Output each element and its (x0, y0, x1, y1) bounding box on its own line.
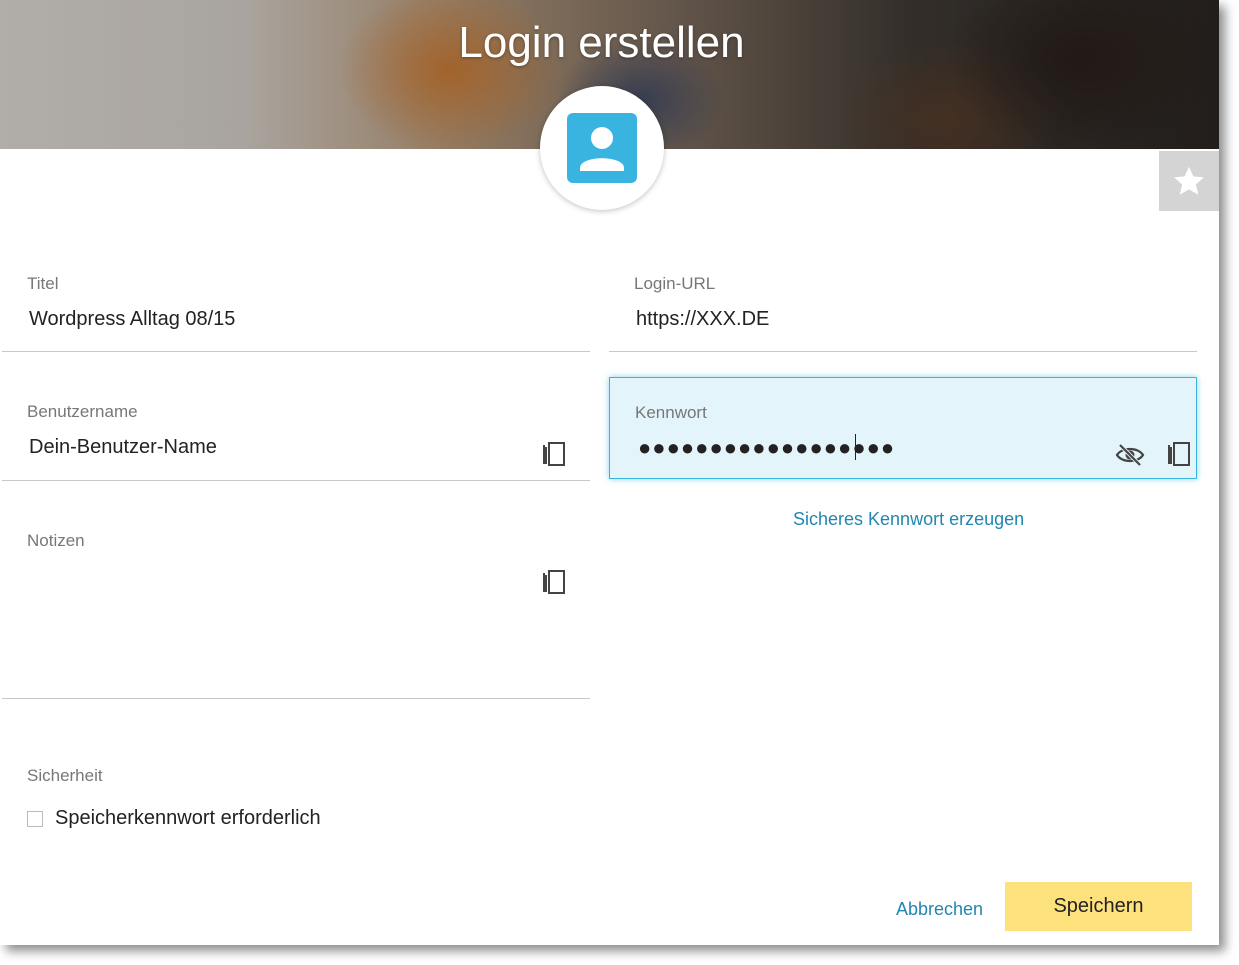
require-master-password-checkbox[interactable] (27, 811, 43, 827)
copy-icon[interactable] (1166, 439, 1192, 467)
divider (2, 480, 590, 481)
generate-password-link[interactable]: Sicheres Kennwort erzeugen (793, 509, 1024, 530)
text-caret (855, 434, 856, 460)
favorite-button[interactable] (1159, 151, 1219, 211)
username-field[interactable]: Benutzername Dein-Benutzer-Name (0, 388, 590, 481)
login-url-label: Login-URL (634, 274, 716, 293)
password-field[interactable]: Kennwort ●●●●●●●●●●●●●●●●●● (609, 377, 1197, 479)
avatar (540, 86, 664, 210)
username-label: Benutzername (27, 402, 138, 421)
divider (2, 698, 590, 699)
person-card-icon (567, 113, 637, 183)
login-url-input[interactable]: https://XXX.DE (636, 308, 769, 331)
star-icon (1174, 166, 1204, 195)
title-field[interactable]: Titel Wordpress Alltag 08/15 (0, 260, 590, 352)
require-master-password-label[interactable]: Speicherkennwort erforderlich (55, 807, 321, 830)
title-label: Titel (27, 274, 59, 293)
notes-field[interactable]: Notizen (0, 517, 590, 699)
password-label: Kennwort (635, 403, 707, 422)
create-login-dialog: Login erstellen Titel Wordpress Alltag 0… (0, 0, 1219, 945)
title-input[interactable]: Wordpress Alltag 08/15 (29, 308, 235, 331)
password-input[interactable]: ●●●●●●●●●●●●●●●●●● (638, 437, 895, 459)
copy-icon[interactable] (541, 439, 567, 467)
dialog-title: Login erstellen (458, 18, 745, 67)
security-label: Sicherheit (27, 766, 103, 785)
username-input[interactable]: Dein-Benutzer-Name (29, 436, 217, 459)
eye-off-icon[interactable] (1115, 443, 1145, 467)
divider (2, 351, 590, 352)
cancel-button[interactable]: Abbrechen (896, 899, 983, 920)
copy-icon[interactable] (541, 567, 567, 595)
save-button[interactable]: Speichern (1005, 882, 1192, 931)
divider (609, 351, 1197, 352)
login-url-field[interactable]: Login-URL https://XXX.DE (609, 260, 1197, 352)
notes-label: Notizen (27, 531, 85, 550)
